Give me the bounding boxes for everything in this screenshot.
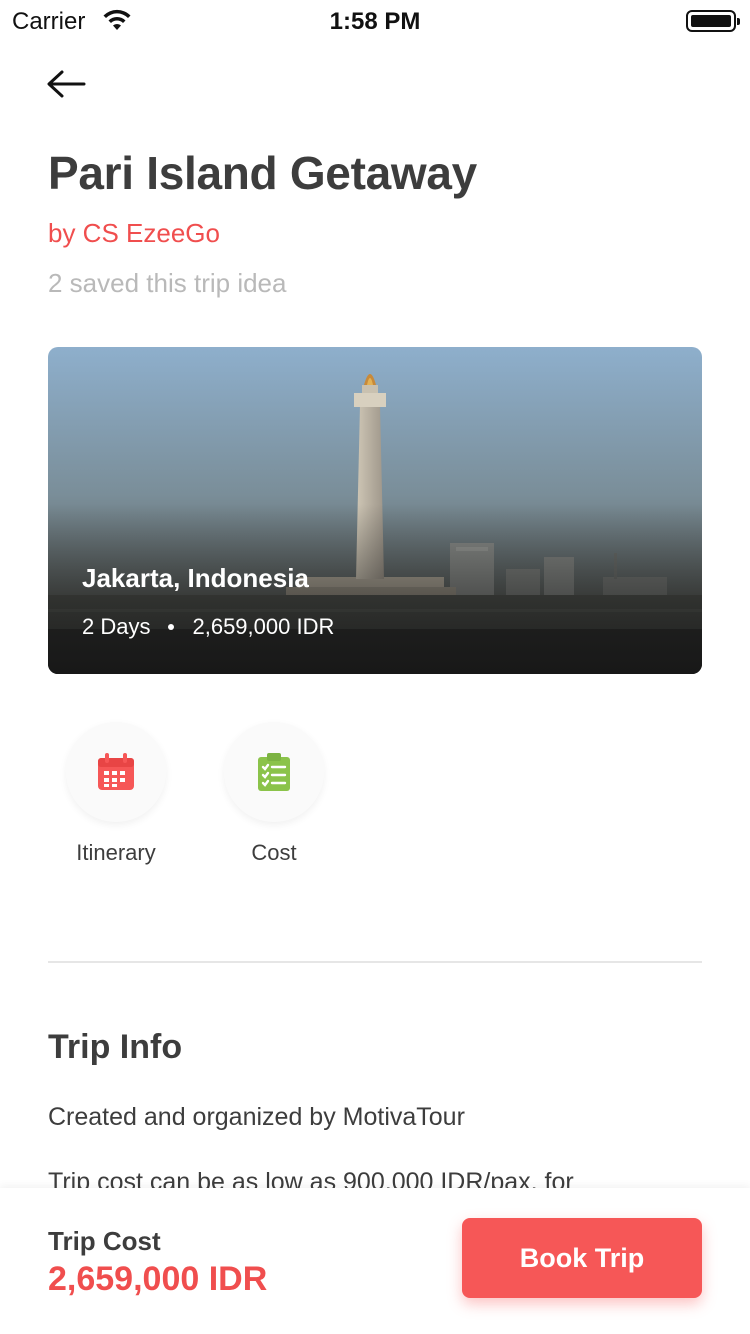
arrow-left-icon (47, 70, 86, 98)
trip-duration: 2 Days (82, 614, 151, 639)
trip-location: Jakarta, Indonesia (82, 563, 309, 593)
trip-cost-value: 2,659,000 IDR (48, 1260, 268, 1298)
trip-cover-card[interactable]: Jakarta, Indonesia 2 Days 2,659,000 IDR (48, 347, 702, 674)
battery-icon (686, 10, 740, 32)
calendar-icon (98, 753, 134, 790)
clipboard-icon (258, 753, 290, 791)
author-link[interactable]: by CS EzeeGo (48, 218, 220, 249)
status-bar: Carrier 1:58 PM (0, 0, 750, 40)
trip-cost-label: Trip Cost (48, 1226, 161, 1256)
trip-summary: 2 Days 2,659,000 IDR (82, 614, 334, 640)
section-divider (48, 961, 702, 963)
itinerary-button[interactable]: Itinerary (46, 722, 186, 866)
trip-price: 2,659,000 IDR (192, 614, 335, 639)
cost-button[interactable]: Cost (204, 722, 344, 866)
back-button[interactable] (44, 64, 88, 104)
booking-bar: Trip Cost 2,659,000 IDR Book Trip (0, 1188, 750, 1334)
saved-count: 2 saved this trip idea (48, 268, 287, 298)
page-title: Pari Island Getaway (48, 147, 477, 199)
book-trip-button[interactable]: Book Trip (462, 1218, 702, 1298)
itinerary-icon-circle (66, 722, 166, 822)
itinerary-label: Itinerary (76, 840, 156, 865)
cost-icon-circle (224, 722, 324, 822)
trip-detail-screen: Carrier 1:58 PM Pari Island Getaway by C… (0, 0, 750, 1334)
cost-label: Cost (251, 840, 297, 865)
separator-dot (168, 624, 175, 630)
trip-info-organizer: Created and organized by MotivaTour (48, 1103, 465, 1131)
clock: 1:58 PM (329, 8, 421, 35)
trip-info-title: Trip Info (48, 1028, 183, 1066)
